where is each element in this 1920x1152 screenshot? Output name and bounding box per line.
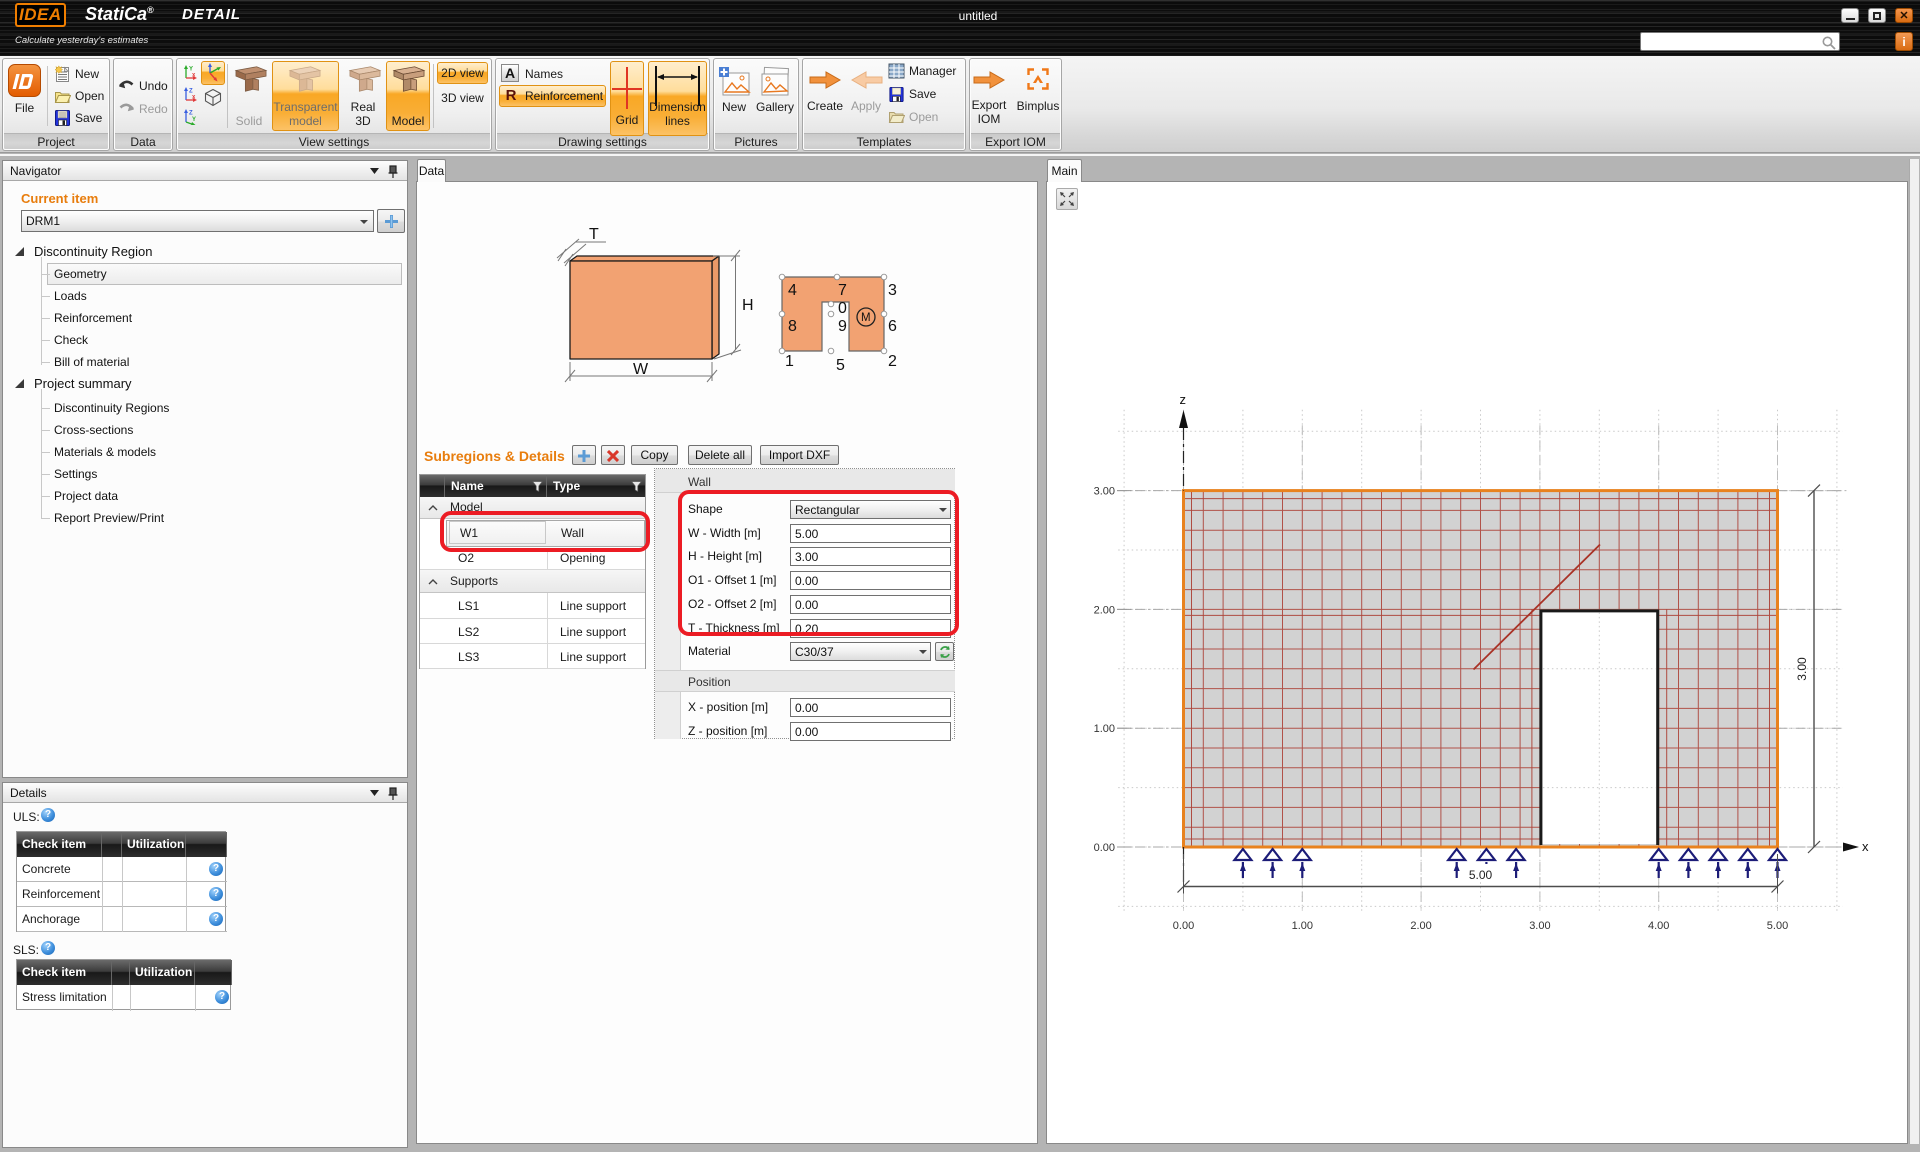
svg-text:1.00: 1.00 <box>1292 920 1313 932</box>
svg-text:W: W <box>633 361 649 378</box>
svg-text:0.00: 0.00 <box>1173 920 1194 932</box>
svg-text:6: 6 <box>888 318 897 335</box>
svg-text:9: 9 <box>838 318 847 335</box>
svg-text:M: M <box>861 312 871 324</box>
svg-text:4: 4 <box>788 282 797 299</box>
svg-text:3.00: 3.00 <box>1795 657 1809 681</box>
svg-text:T: T <box>589 226 599 243</box>
svg-text:8: 8 <box>788 318 797 335</box>
svg-text:0.00: 0.00 <box>1094 842 1115 854</box>
svg-text:1.00: 1.00 <box>1094 723 1115 735</box>
svg-text:1: 1 <box>785 353 794 370</box>
svg-text:z: z <box>1180 392 1187 407</box>
svg-text:3.00: 3.00 <box>1529 920 1550 932</box>
svg-text:0: 0 <box>838 300 847 317</box>
svg-text:H: H <box>742 297 754 314</box>
svg-text:5: 5 <box>836 357 845 374</box>
svg-text:5.00: 5.00 <box>1767 920 1788 932</box>
svg-text:3: 3 <box>888 282 897 299</box>
svg-text:3.00: 3.00 <box>1094 486 1115 498</box>
svg-text:7: 7 <box>838 282 847 299</box>
svg-text:2: 2 <box>888 353 897 370</box>
svg-text:Y: Y <box>192 117 196 123</box>
svg-text:5.00: 5.00 <box>1469 868 1493 882</box>
svg-text:2.00: 2.00 <box>1094 604 1115 616</box>
svg-text:2.00: 2.00 <box>1410 920 1431 932</box>
svg-text:x: x <box>1862 839 1869 854</box>
svg-text:4.00: 4.00 <box>1648 920 1669 932</box>
svg-text:Z: Z <box>189 111 193 117</box>
